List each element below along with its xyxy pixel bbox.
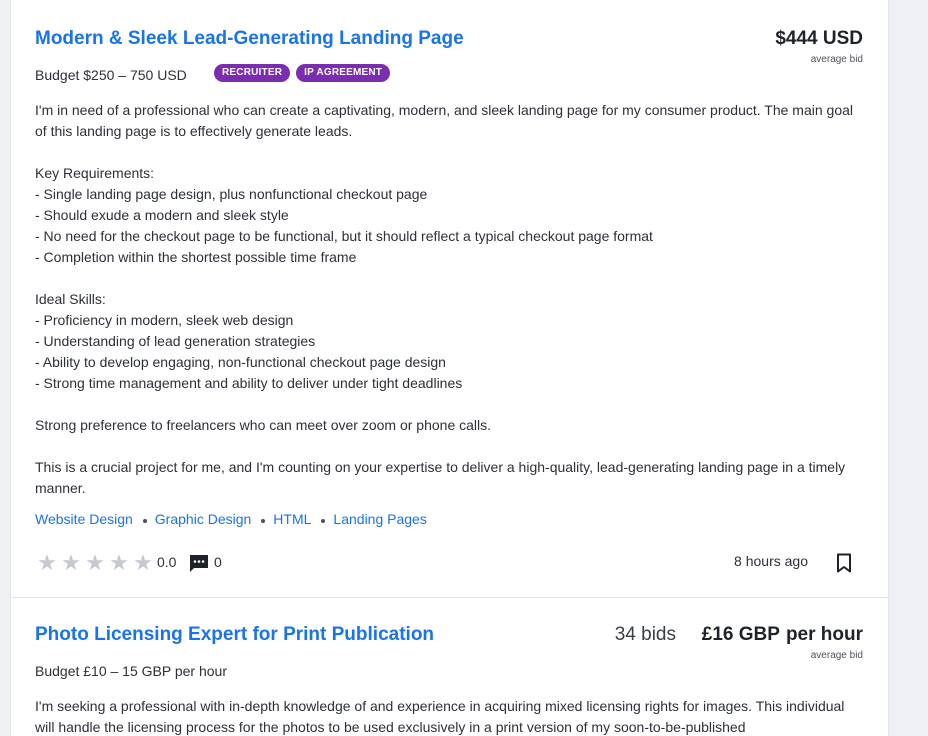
bid-count: 34 bids — [614, 624, 676, 645]
skill-link-html[interactable]: HTML — [273, 511, 311, 527]
skill-link-landing-pages[interactable]: Landing Pages — [333, 511, 426, 527]
price-amount: $444 USD — [775, 28, 863, 49]
skill-list: Website Design Graphic Design HTML Landi… — [35, 511, 427, 527]
rating-stars: ★ ★ ★ ★ ★ — [35, 551, 155, 575]
project-budget: Budget $250 – 750 USD — [35, 67, 187, 83]
project-tags: RECRUITER IP AGREEMENT — [214, 64, 391, 82]
skill-link-graphic-design[interactable]: Graphic Design — [155, 511, 252, 527]
star-icon: ★ — [133, 550, 153, 575]
review-count: 0 — [214, 554, 222, 570]
bookmark-icon[interactable] — [834, 553, 854, 573]
project-description: I'm in need of a professional who can cr… — [35, 102, 853, 496]
separator-dot — [321, 518, 326, 523]
project-card: Photo Licensing Expert for Print Publica… — [11, 598, 888, 736]
project-footer: ★ ★ ★ ★ ★ 0.0 0 8 hours ago — [35, 548, 864, 578]
star-icon: ★ — [85, 550, 105, 575]
star-icon: ★ — [37, 550, 57, 575]
project-card: Modern & Sleek Lead-Generating Landing P… — [11, 0, 888, 598]
project-title-link[interactable]: Photo Licensing Expert for Print Publica… — [35, 624, 434, 646]
project-budget: Budget £10 – 15 GBP per hour — [35, 663, 227, 679]
recruiter-badge: RECRUITER — [214, 64, 291, 82]
project-feed: Modern & Sleek Lead-Generating Landing P… — [10, 0, 889, 736]
average-bid-caption: average bid — [810, 650, 863, 661]
separator-dot — [142, 518, 147, 523]
rating-value: 0.0 — [157, 554, 177, 570]
average-bid-caption: average bid — [810, 54, 863, 65]
project-title-link[interactable]: Modern & Sleek Lead-Generating Landing P… — [35, 28, 464, 50]
separator-dot — [261, 518, 266, 523]
project-description: I'm seeking a professional with in-depth… — [35, 698, 849, 735]
ip-agreement-badge: IP AGREEMENT — [296, 64, 391, 82]
skill-link-website-design[interactable]: Website Design — [35, 511, 133, 527]
price-amount: £16 GBP — [701, 624, 780, 645]
posted-time: 8 hours ago — [734, 553, 808, 569]
average-bid-price: £16 GBP per hour — [702, 624, 863, 646]
price-unit: per hour — [785, 624, 863, 645]
star-icon: ★ — [61, 550, 81, 575]
star-icon: ★ — [109, 550, 129, 575]
average-bid-price: $444 USD — [775, 28, 863, 50]
chat-bubble-icon — [190, 555, 208, 572]
